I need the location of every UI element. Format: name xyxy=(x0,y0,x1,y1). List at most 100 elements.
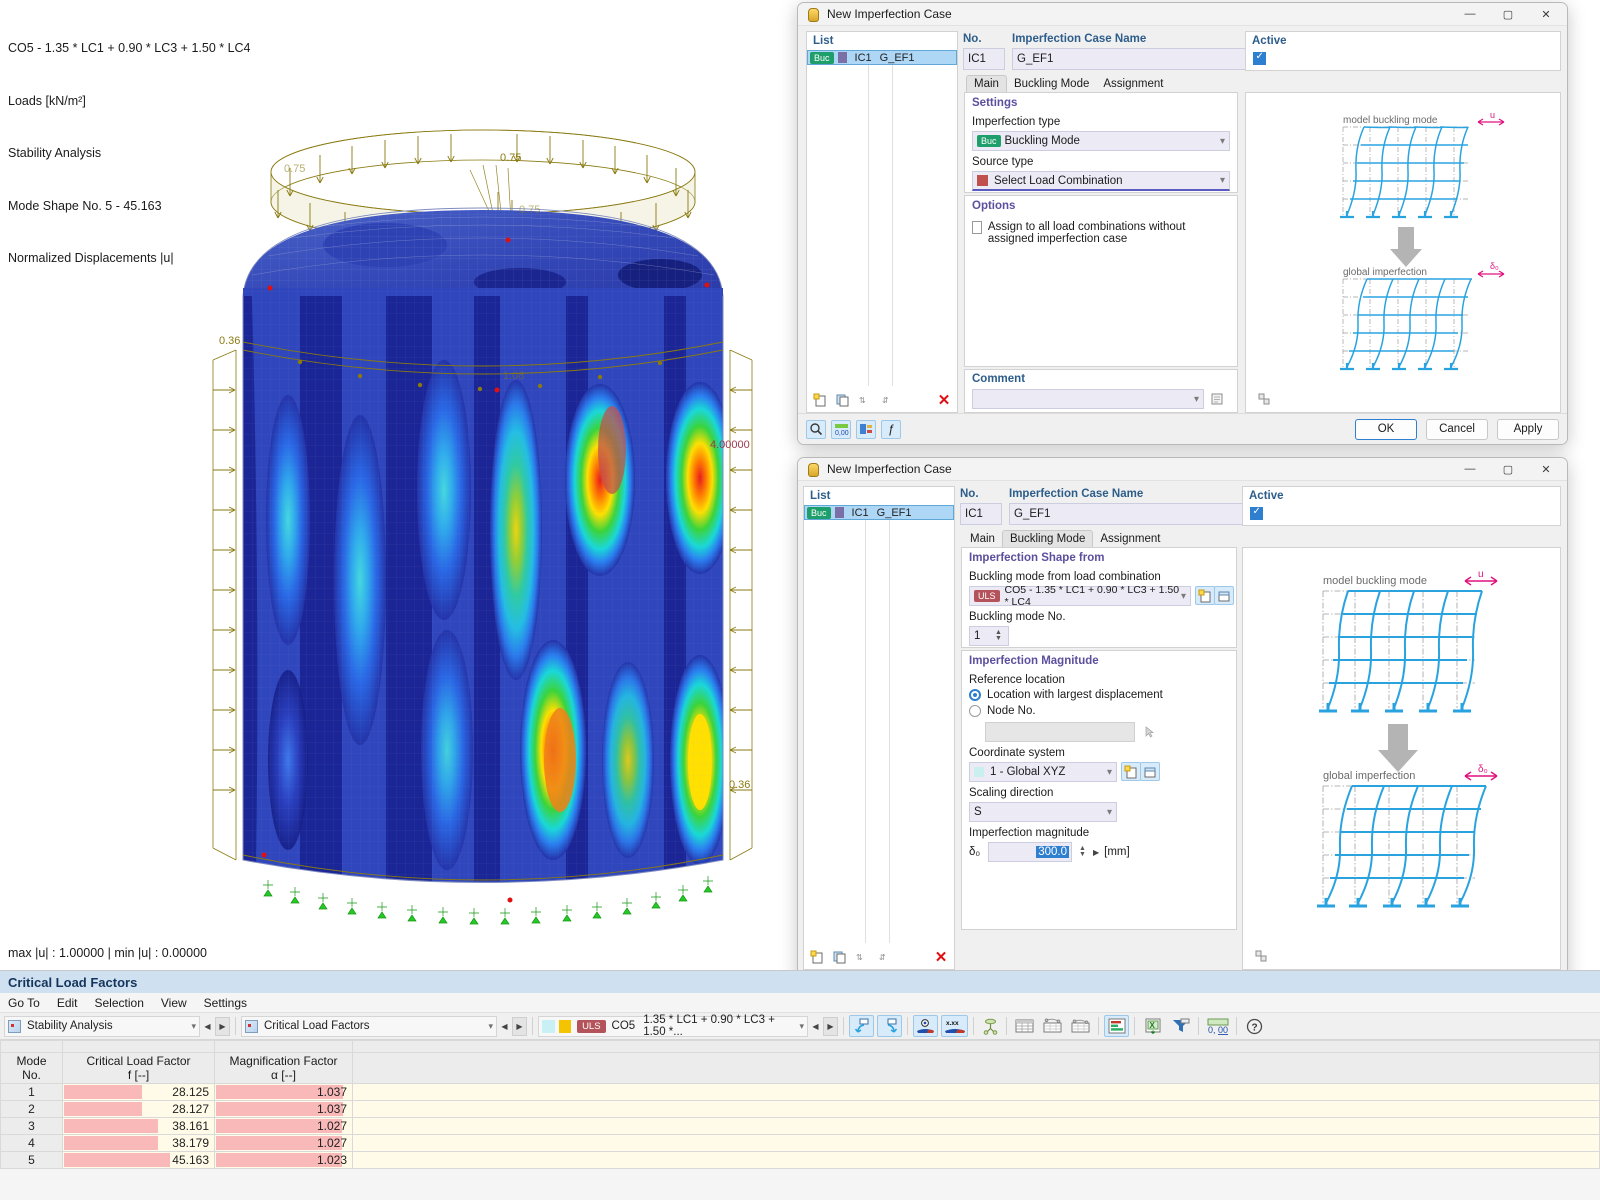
dialog2-load-combination-combo[interactable]: ULS CO5 - 1.35 * LC1 + 0.90 * LC3 + 1.50… xyxy=(969,584,1191,608)
dialog2-magnitude-input[interactable]: 300.0 xyxy=(988,842,1072,862)
dialog1-source-type-combo[interactable]: Select Load Combination ▾ xyxy=(972,171,1230,191)
excel-export-icon[interactable]: X xyxy=(1140,1015,1165,1037)
dialog1-tab-assignment[interactable]: Assignment xyxy=(1096,76,1170,92)
dialog2-combo-new-icon[interactable] xyxy=(1195,586,1215,605)
dialog2-magnitude-spinner-icon[interactable]: ▲ ▼ xyxy=(1077,845,1088,858)
dialog2-cs-chevron-down-icon[interactable]: ▾ xyxy=(1107,767,1112,778)
lc-next-button[interactable]: ▶ xyxy=(823,1016,838,1036)
dialog2-list-row[interactable]: Buc IC1 G_EF1 xyxy=(804,505,954,520)
table-row[interactable]: 2 28.127 1.037 xyxy=(0,1100,1600,1118)
dialog2-magnitude-next-icon[interactable]: ▶ xyxy=(1093,848,1099,857)
xxx-values-icon[interactable]: x.xx xyxy=(941,1015,968,1037)
dialog1-active-checkbox[interactable] xyxy=(1253,51,1266,65)
dialog2-tab-assignment[interactable]: Assignment xyxy=(1093,531,1167,547)
dialog2-diagram-settings-icon[interactable] xyxy=(1251,946,1271,965)
dialog2-tab-buckling-mode[interactable]: Buckling Mode xyxy=(1001,530,1094,547)
dialog1-magnifier-icon[interactable] xyxy=(806,419,826,439)
undo-arrow-icon[interactable] xyxy=(849,1015,874,1037)
dialog2-active-checkbox[interactable] xyxy=(1250,506,1263,520)
menu-selection[interactable]: Selection xyxy=(95,996,144,1010)
dialog2-name-combo[interactable]: G_EF1 ▾ xyxy=(1009,503,1267,525)
analysis-chevron-down-icon[interactable]: ▾ xyxy=(191,1021,196,1032)
result-table-combo[interactable]: Critical Load Factors ▾ xyxy=(241,1015,497,1037)
dialog2-list-panel[interactable]: List Buc IC1 G_EF1 ⇅ ⇵ ✕ xyxy=(803,486,955,970)
table-row[interactable]: 1 28.125 1.037 xyxy=(0,1083,1600,1101)
critical-load-factors-panel[interactable]: Critical Load Factors Go To Edit Selecti… xyxy=(0,970,1600,1200)
dialog1-imperfection-type-combo[interactable]: Buc Buckling Mode ▾ xyxy=(972,131,1230,151)
dialog1-titlebar[interactable]: New Imperfection Case — ▢ ✕ xyxy=(798,3,1567,26)
load-combination-combo[interactable]: ULS CO5 1.35 * LC1 + 0.90 * LC3 + 1.50 *… xyxy=(538,1014,808,1038)
dialog1-display-icon[interactable] xyxy=(856,419,876,439)
menu-settings[interactable]: Settings xyxy=(204,996,247,1010)
support-icon[interactable] xyxy=(979,1015,1001,1037)
dialog1-sort-icon[interactable]: ⇅ xyxy=(856,390,876,409)
menu-edit[interactable]: Edit xyxy=(57,996,78,1010)
table-cols-icon[interactable] xyxy=(1068,1015,1093,1037)
dialog2-new-icon[interactable] xyxy=(807,947,827,966)
table-row[interactable]: 4 38.179 1.027 xyxy=(0,1134,1600,1152)
panel-toolbar[interactable]: Stability Analysis ▾ ◀ ▶ Critical Load F… xyxy=(0,1012,1600,1040)
dialog2-node-pick-icon[interactable] xyxy=(1139,722,1159,741)
table-full-icon[interactable] xyxy=(1012,1015,1037,1037)
dialog1-no-input[interactable]: IC1 xyxy=(963,48,1005,70)
redo-arrow-icon[interactable] xyxy=(877,1015,902,1037)
model-viewport[interactable]: CO5 - 1.35 * LC1 + 0.90 * LC3 + 1.50 * L… xyxy=(0,0,800,970)
analysis-next-button[interactable]: ▶ xyxy=(215,1016,230,1036)
result-prev-button[interactable]: ◀ xyxy=(497,1017,512,1036)
lc-prev-button[interactable]: ◀ xyxy=(808,1017,823,1036)
help-icon[interactable]: ? xyxy=(1242,1015,1266,1037)
panel-menubar[interactable]: Go To Edit Selection View Settings xyxy=(0,993,1600,1012)
result-next-button[interactable]: ▶ xyxy=(512,1016,527,1036)
dialog1-units-icon[interactable]: 0,00 xyxy=(831,419,851,439)
menu-view[interactable]: View xyxy=(161,996,187,1010)
dialog1-diagram-settings-icon[interactable] xyxy=(1254,389,1274,408)
dialog1-formula-icon[interactable]: ƒ xyxy=(881,419,901,439)
view-result-icon[interactable] xyxy=(913,1015,938,1037)
menu-go-to[interactable]: Go To xyxy=(8,996,40,1010)
dialog1-comment-edit-icon[interactable] xyxy=(1207,389,1227,408)
analysis-type-combo[interactable]: Stability Analysis ▾ xyxy=(4,1015,200,1037)
result-table-chevron-down-icon[interactable]: ▾ xyxy=(488,1021,493,1032)
load-combination-chevron-down-icon[interactable]: ▾ xyxy=(799,1021,804,1032)
dialog1-minimize-button[interactable]: — xyxy=(1451,3,1489,26)
dialog1-renumber-icon[interactable]: ⇵ xyxy=(879,390,899,409)
dialog2-renumber-icon[interactable]: ⇵ xyxy=(876,947,896,966)
dialog2-copy-icon[interactable] xyxy=(830,947,850,966)
dialog1-tab-buckling-mode[interactable]: Buckling Mode xyxy=(1007,76,1096,92)
dialog1-ok-button[interactable]: OK xyxy=(1355,418,1417,440)
bar-chart-icon[interactable] xyxy=(1104,1015,1129,1037)
dialog-new-imperfection-case-buckling[interactable]: New Imperfection Case — ▢ ✕ List Buc IC1… xyxy=(797,457,1568,1002)
dialog2-maximize-button[interactable]: ▢ xyxy=(1489,458,1527,481)
dialog2-titlebar[interactable]: New Imperfection Case — ▢ ✕ xyxy=(798,458,1567,481)
dialog1-list-panel[interactable]: List Buc IC1 G_EF1 ⇅ ⇵ ✕ xyxy=(806,31,958,413)
dialog1-maximize-button[interactable]: ▢ xyxy=(1489,3,1527,26)
table-rows-icon[interactable] xyxy=(1040,1015,1065,1037)
dialog2-cs-new-icon[interactable] xyxy=(1121,762,1141,781)
dialog1-close-button[interactable]: ✕ xyxy=(1527,3,1565,26)
dialog1-assign-all-checkbox[interactable] xyxy=(972,221,982,234)
dialog2-no-input[interactable]: IC1 xyxy=(960,503,1002,525)
dialog1-tab-main[interactable]: Main xyxy=(966,75,1007,92)
dialog2-radio-largest-displacement[interactable] xyxy=(969,689,981,701)
dialog1-name-combo[interactable]: G_EF1 ▾ xyxy=(1012,48,1270,70)
dialog2-minimize-button[interactable]: — xyxy=(1451,458,1489,481)
dialog2-tab-main[interactable]: Main xyxy=(963,531,1002,547)
dialog2-scaling-direction-combo[interactable]: S ▾ xyxy=(969,802,1117,822)
dialog2-close-button[interactable]: ✕ xyxy=(1527,458,1565,481)
dialog1-imperfection-type-chevron-down-icon[interactable]: ▾ xyxy=(1220,136,1225,147)
dialog1-cancel-button[interactable]: Cancel xyxy=(1426,418,1488,440)
decimals-icon[interactable]: 0, 00 xyxy=(1204,1015,1231,1037)
table-row[interactable]: 5 45.163 1.023 xyxy=(0,1151,1600,1169)
dialog2-tabs[interactable]: Main Buckling Mode Assignment xyxy=(963,530,1167,547)
dialog1-copy-icon[interactable] xyxy=(833,390,853,409)
dialog2-sd-chevron-down-icon[interactable]: ▾ xyxy=(1107,807,1112,818)
dialog1-comment-input[interactable]: ▾ xyxy=(972,389,1204,409)
dialog2-mode-no-spinner-icon[interactable]: ▲ ▼ xyxy=(993,629,1004,642)
dialog1-tabs[interactable]: Main Buckling Mode Assignment xyxy=(966,75,1170,92)
dialog2-node-no-input[interactable] xyxy=(985,722,1135,742)
dialog1-comment-chevron-down-icon[interactable]: ▾ xyxy=(1194,394,1199,405)
dialog2-cs-edit-icon[interactable] xyxy=(1140,762,1160,781)
dialog1-source-type-chevron-down-icon[interactable]: ▾ xyxy=(1220,175,1225,186)
dialog2-coordinate-system-combo[interactable]: 1 - Global XYZ ▾ xyxy=(969,762,1117,782)
dialog1-new-icon[interactable] xyxy=(810,390,830,409)
